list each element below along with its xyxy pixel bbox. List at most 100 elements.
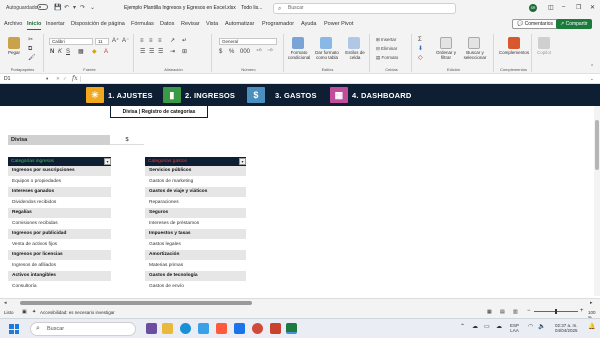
word-icon[interactable] <box>234 323 245 334</box>
align-top-icon[interactable]: ≡ <box>140 38 144 44</box>
cell-styles-label[interactable]: Estilos de celda <box>342 50 368 60</box>
office-icon[interactable] <box>216 323 227 334</box>
tab-disposicion[interactable]: Disposición de página <box>71 21 125 27</box>
page-layout-icon[interactable]: ▤ <box>500 309 505 315</box>
language-indicator[interactable]: ESP LAA <box>510 323 519 333</box>
insert-cells-button[interactable]: ⊞ Insertar <box>376 37 396 43</box>
zoom-slider-handle[interactable] <box>555 309 557 314</box>
tab-datos[interactable]: Datos <box>160 21 174 27</box>
maximize-icon[interactable]: ❐ <box>576 4 581 11</box>
macro-record-icon[interactable]: ▣ <box>22 309 27 315</box>
confirm-entry-icon[interactable]: ✓ <box>63 76 67 82</box>
vertical-scrollbar[interactable] <box>594 106 600 296</box>
tab-formulas[interactable]: Fórmulas <box>131 21 154 27</box>
cut-icon[interactable]: ✂ <box>28 37 33 43</box>
tab-ayuda[interactable]: Ayuda <box>301 21 317 27</box>
file-explorer-icon[interactable] <box>162 323 173 334</box>
addins-icon[interactable] <box>508 37 520 49</box>
tab-automatizar[interactable]: Automatizar <box>225 21 254 27</box>
thousands-icon[interactable]: 000 <box>240 49 250 55</box>
nav-dashboard[interactable]: ▦ 4. DASHBOARD <box>330 87 412 103</box>
orientation-icon[interactable]: ↗ <box>170 38 175 44</box>
tab-vista[interactable]: Vista <box>206 21 218 27</box>
list-item[interactable]: Gastos de marketing <box>145 177 246 187</box>
clock[interactable]: 02:37 a. m. 04/04/2025 <box>555 323 578 333</box>
windows-start-icon[interactable] <box>9 324 19 334</box>
list-item[interactable]: Equipos o propiedades <box>8 177 111 187</box>
redo-icon[interactable]: ↷ <box>80 4 85 11</box>
income-filter-dropdown-icon[interactable]: ▾ <box>104 158 111 165</box>
list-item[interactable]: Gastos de envío <box>145 282 246 292</box>
list-item[interactable]: Servicios públicos <box>145 166 246 177</box>
nav-ajustes[interactable]: ☀ 1. AJUSTES <box>86 87 153 103</box>
list-item[interactable]: Dividendos recibidos <box>8 198 111 208</box>
list-item[interactable]: Gastos de tecnología <box>145 271 246 282</box>
cancel-entry-icon[interactable]: ✕ <box>56 76 60 82</box>
list-item[interactable]: Venta de activos fijos <box>8 240 111 250</box>
nav-gastos[interactable]: $ 3. GASTOS <box>247 87 317 103</box>
indent-icon[interactable]: ⇥ <box>170 49 175 55</box>
subtab-divisa-registro[interactable]: Divisa | Registro de categorías <box>110 106 208 118</box>
close-icon[interactable]: ✕ <box>590 4 595 11</box>
divisa-value[interactable]: $ <box>110 135 144 145</box>
insert-function-icon[interactable]: fx <box>72 75 78 82</box>
zoom-out-icon[interactable]: − <box>527 308 531 314</box>
formula-input[interactable] <box>84 75 584 83</box>
list-item[interactable]: Regalías <box>8 208 111 219</box>
number-format-select[interactable]: General <box>219 38 277 45</box>
list-item[interactable]: Reparaciones <box>145 198 246 208</box>
tab-programador[interactable]: Programador <box>262 21 294 27</box>
quick-access-more-icon[interactable]: ⌄ <box>90 4 95 11</box>
list-item[interactable]: Intereses ganados <box>8 187 111 198</box>
align-center-icon[interactable]: ☰ <box>149 49 154 55</box>
sort-filter-label[interactable]: Ordenar y filtrar <box>432 50 460 60</box>
decrease-decimal-icon[interactable]: ⁻⁰ <box>267 49 273 55</box>
page-break-icon[interactable]: ▥ <box>513 309 518 315</box>
align-right-icon[interactable]: ☰ <box>158 49 163 55</box>
addins-label[interactable]: Complementos <box>496 50 532 55</box>
cell-styles-icon[interactable] <box>348 37 360 49</box>
list-item[interactable]: Ingresos por suscripciones <box>8 166 111 177</box>
tab-power-pivot[interactable]: Power Pivot <box>324 21 353 27</box>
conditional-format-icon[interactable] <box>292 37 304 49</box>
decrease-font-icon[interactable]: A⁻ <box>122 38 129 44</box>
horizontal-scroll-thumb[interactable] <box>20 301 252 305</box>
font-color-icon[interactable]: A <box>104 49 108 55</box>
wrap-text-icon[interactable]: ↵ <box>182 38 187 44</box>
list-item[interactable]: Ingresos de afiliados <box>8 261 111 271</box>
increase-font-icon[interactable]: A⁺ <box>112 38 119 44</box>
list-item[interactable]: Activos intangibles <box>8 271 111 282</box>
align-left-icon[interactable]: ☰ <box>140 49 145 55</box>
save-icon[interactable]: 💾 <box>54 4 61 11</box>
tab-archivo[interactable]: Archivo <box>4 21 22 27</box>
delete-cells-button[interactable]: ⊟ Eliminar <box>376 46 397 52</box>
list-item[interactable]: Materias primas <box>145 261 246 271</box>
tray-chevron-icon[interactable]: ⌃ <box>460 324 465 330</box>
copy-icon[interactable]: ⧉ <box>28 46 32 52</box>
currency-icon[interactable]: $ <box>219 49 222 55</box>
vertical-scroll-thumb[interactable] <box>595 120 599 170</box>
ribbon-display-icon[interactable]: ◫ <box>548 4 554 11</box>
title-search-box[interactable]: ⌕ Buscar <box>273 3 456 14</box>
fill-color-icon[interactable]: ◆ <box>92 49 97 55</box>
tab-inicio[interactable]: Inicio <box>27 21 42 30</box>
battery-icon[interactable]: ▭ <box>484 324 490 330</box>
copilot-app-icon[interactable] <box>146 323 157 334</box>
find-select-icon[interactable] <box>468 37 480 49</box>
list-item[interactable]: Consultoría <box>8 282 111 292</box>
onedrive-icon[interactable]: ☁ <box>496 324 502 330</box>
zoom-in-icon[interactable]: + <box>580 308 584 314</box>
list-item[interactable]: Seguros <box>145 208 246 219</box>
format-painter-icon[interactable]: 🖌 <box>28 55 36 61</box>
list-item[interactable]: Impuestos y tasas <box>145 229 246 240</box>
list-item[interactable]: Comisiones recibidas <box>8 219 111 229</box>
share-button[interactable]: ↗ Compartir <box>556 19 592 29</box>
cloud-icon[interactable]: ☁ <box>472 324 478 330</box>
list-item[interactable]: Ingresos por publicidad <box>8 229 111 240</box>
volume-icon[interactable]: 🔈 <box>538 324 545 330</box>
percent-icon[interactable]: % <box>229 49 234 55</box>
expense-filter-dropdown-icon[interactable]: ▾ <box>239 158 246 165</box>
copilot-icon[interactable] <box>538 37 550 49</box>
borders-icon[interactable]: ▦ <box>78 49 84 55</box>
font-size-select[interactable]: 11 <box>95 38 109 45</box>
